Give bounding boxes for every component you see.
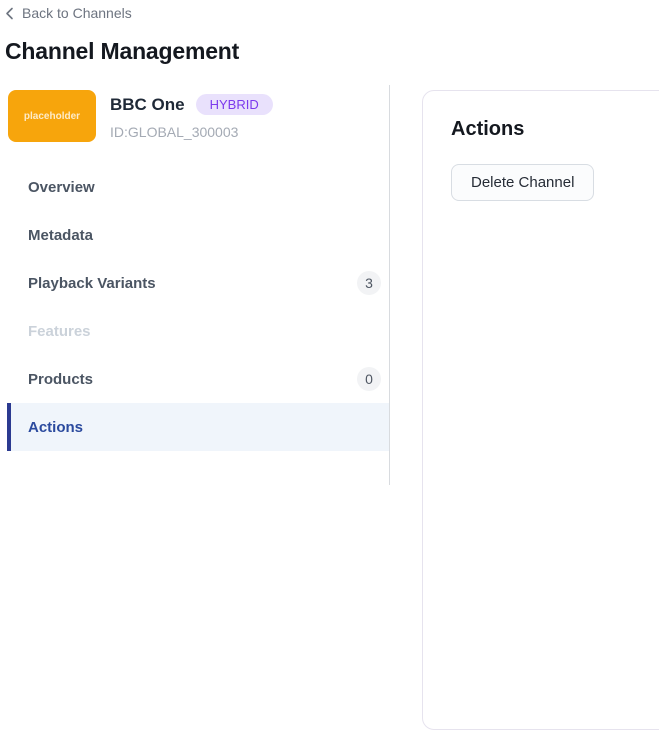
nav-item-label: Overview — [28, 179, 95, 196]
nav-item-label: Actions — [28, 419, 83, 436]
nav-item-label: Products — [28, 371, 93, 388]
nav-item-overview[interactable]: Overview — [7, 163, 389, 211]
nav-item-actions[interactable]: Actions — [7, 403, 389, 451]
channel-type-badge: HYBRID — [196, 94, 273, 115]
actions-panel-title: Actions — [451, 118, 659, 141]
channel-thumbnail: placeholder — [8, 90, 96, 142]
delete-channel-button[interactable]: Delete Channel — [451, 164, 594, 201]
playback-variants-count-badge: 3 — [357, 271, 381, 295]
chevron-left-icon — [5, 7, 14, 20]
channel-nav: Overview Metadata Playback Variants 3 Fe… — [0, 163, 389, 451]
nav-item-products[interactable]: Products 0 — [7, 355, 389, 403]
nav-item-playback-variants[interactable]: Playback Variants 3 — [7, 259, 389, 307]
channel-sidebar: placeholder BBC One HYBRID ID:GLOBAL_300… — [0, 85, 390, 485]
nav-item-metadata[interactable]: Metadata — [7, 211, 389, 259]
channel-name: BBC One — [110, 95, 185, 115]
channel-header: placeholder BBC One HYBRID ID:GLOBAL_300… — [8, 90, 377, 142]
nav-item-label: Playback Variants — [28, 275, 156, 292]
back-to-channels-link[interactable]: Back to Channels — [5, 5, 132, 21]
nav-item-label: Features — [28, 323, 91, 340]
nav-item-label: Metadata — [28, 227, 93, 244]
actions-panel: Actions Delete Channel — [422, 90, 659, 730]
page-title: Channel Management — [5, 38, 239, 65]
products-count-badge: 0 — [357, 367, 381, 391]
nav-item-features: Features — [7, 307, 389, 355]
back-link-label: Back to Channels — [22, 5, 132, 21]
channel-id: ID:GLOBAL_300003 — [110, 124, 273, 140]
thumbnail-placeholder-text: placeholder — [24, 111, 80, 122]
channel-meta: BBC One HYBRID ID:GLOBAL_300003 — [110, 90, 273, 142]
